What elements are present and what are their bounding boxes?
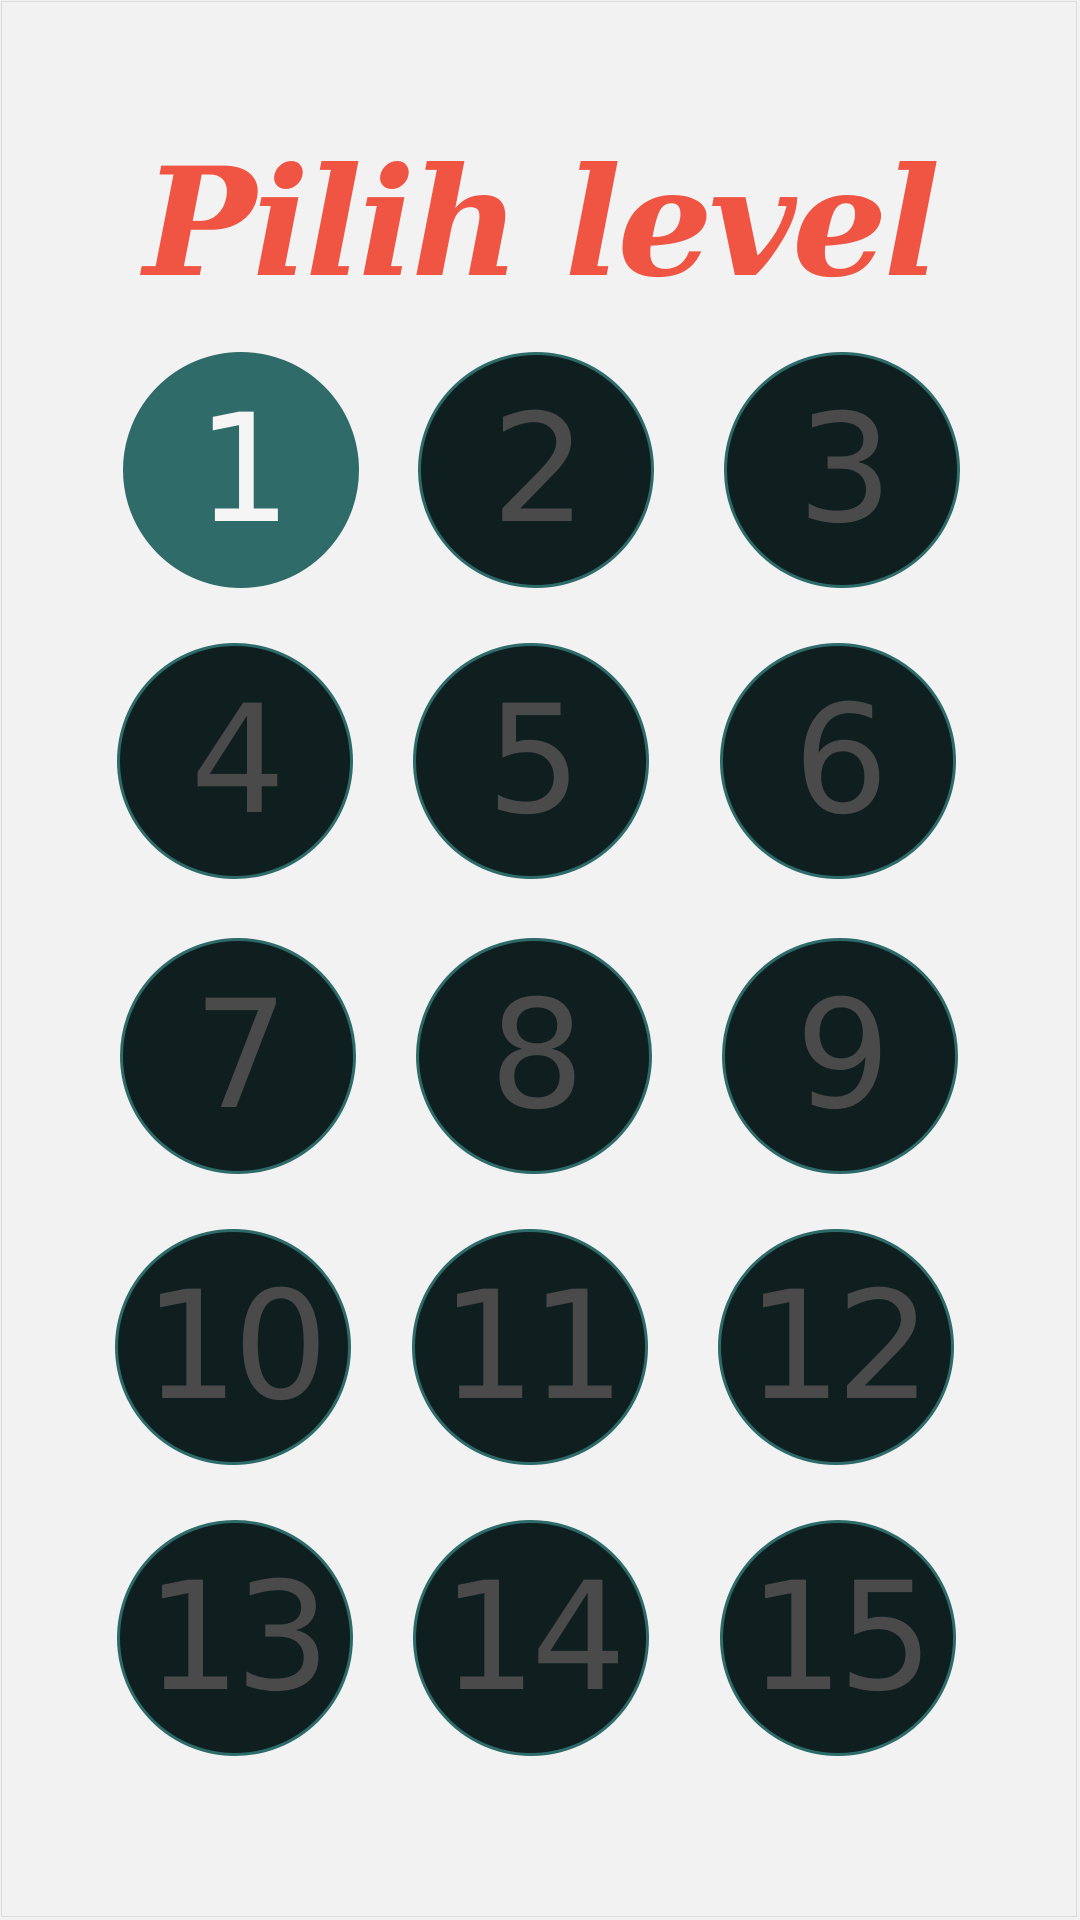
level-button-11[interactable]: 11	[412, 1229, 648, 1465]
level-number: 9	[795, 969, 890, 1143]
level-number: 1	[196, 383, 291, 557]
level-button-12[interactable]: 12	[718, 1229, 954, 1465]
level-number: 12	[746, 1260, 932, 1434]
level-button-13[interactable]: 13	[117, 1520, 353, 1756]
level-button-15[interactable]: 15	[720, 1520, 956, 1756]
level-number: 3	[797, 383, 892, 557]
level-number: 11	[440, 1260, 626, 1434]
level-button-10[interactable]: 10	[115, 1229, 351, 1465]
level-button-6[interactable]: 6	[720, 643, 956, 879]
level-button-8[interactable]: 8	[416, 938, 652, 1174]
level-number: 13	[145, 1551, 331, 1725]
level-button-4[interactable]: 4	[117, 643, 353, 879]
level-number: 14	[441, 1551, 627, 1725]
level-number: 6	[793, 674, 888, 848]
level-button-7[interactable]: 7	[120, 938, 356, 1174]
level-number: 2	[491, 383, 586, 557]
level-number: 4	[190, 674, 285, 848]
level-button-3[interactable]: 3	[724, 352, 960, 588]
level-number: 8	[489, 969, 584, 1143]
level-number: 5	[486, 674, 581, 848]
level-button-2[interactable]: 2	[418, 352, 654, 588]
level-button-14[interactable]: 14	[413, 1520, 649, 1756]
level-number: 7	[193, 969, 288, 1143]
level-button-5[interactable]: 5	[413, 643, 649, 879]
level-button-9[interactable]: 9	[722, 938, 958, 1174]
level-button-1[interactable]: 1	[123, 352, 359, 588]
level-number: 15	[748, 1551, 934, 1725]
level-number: 10	[143, 1260, 329, 1434]
page-title: Pilih level	[143, 135, 940, 311]
